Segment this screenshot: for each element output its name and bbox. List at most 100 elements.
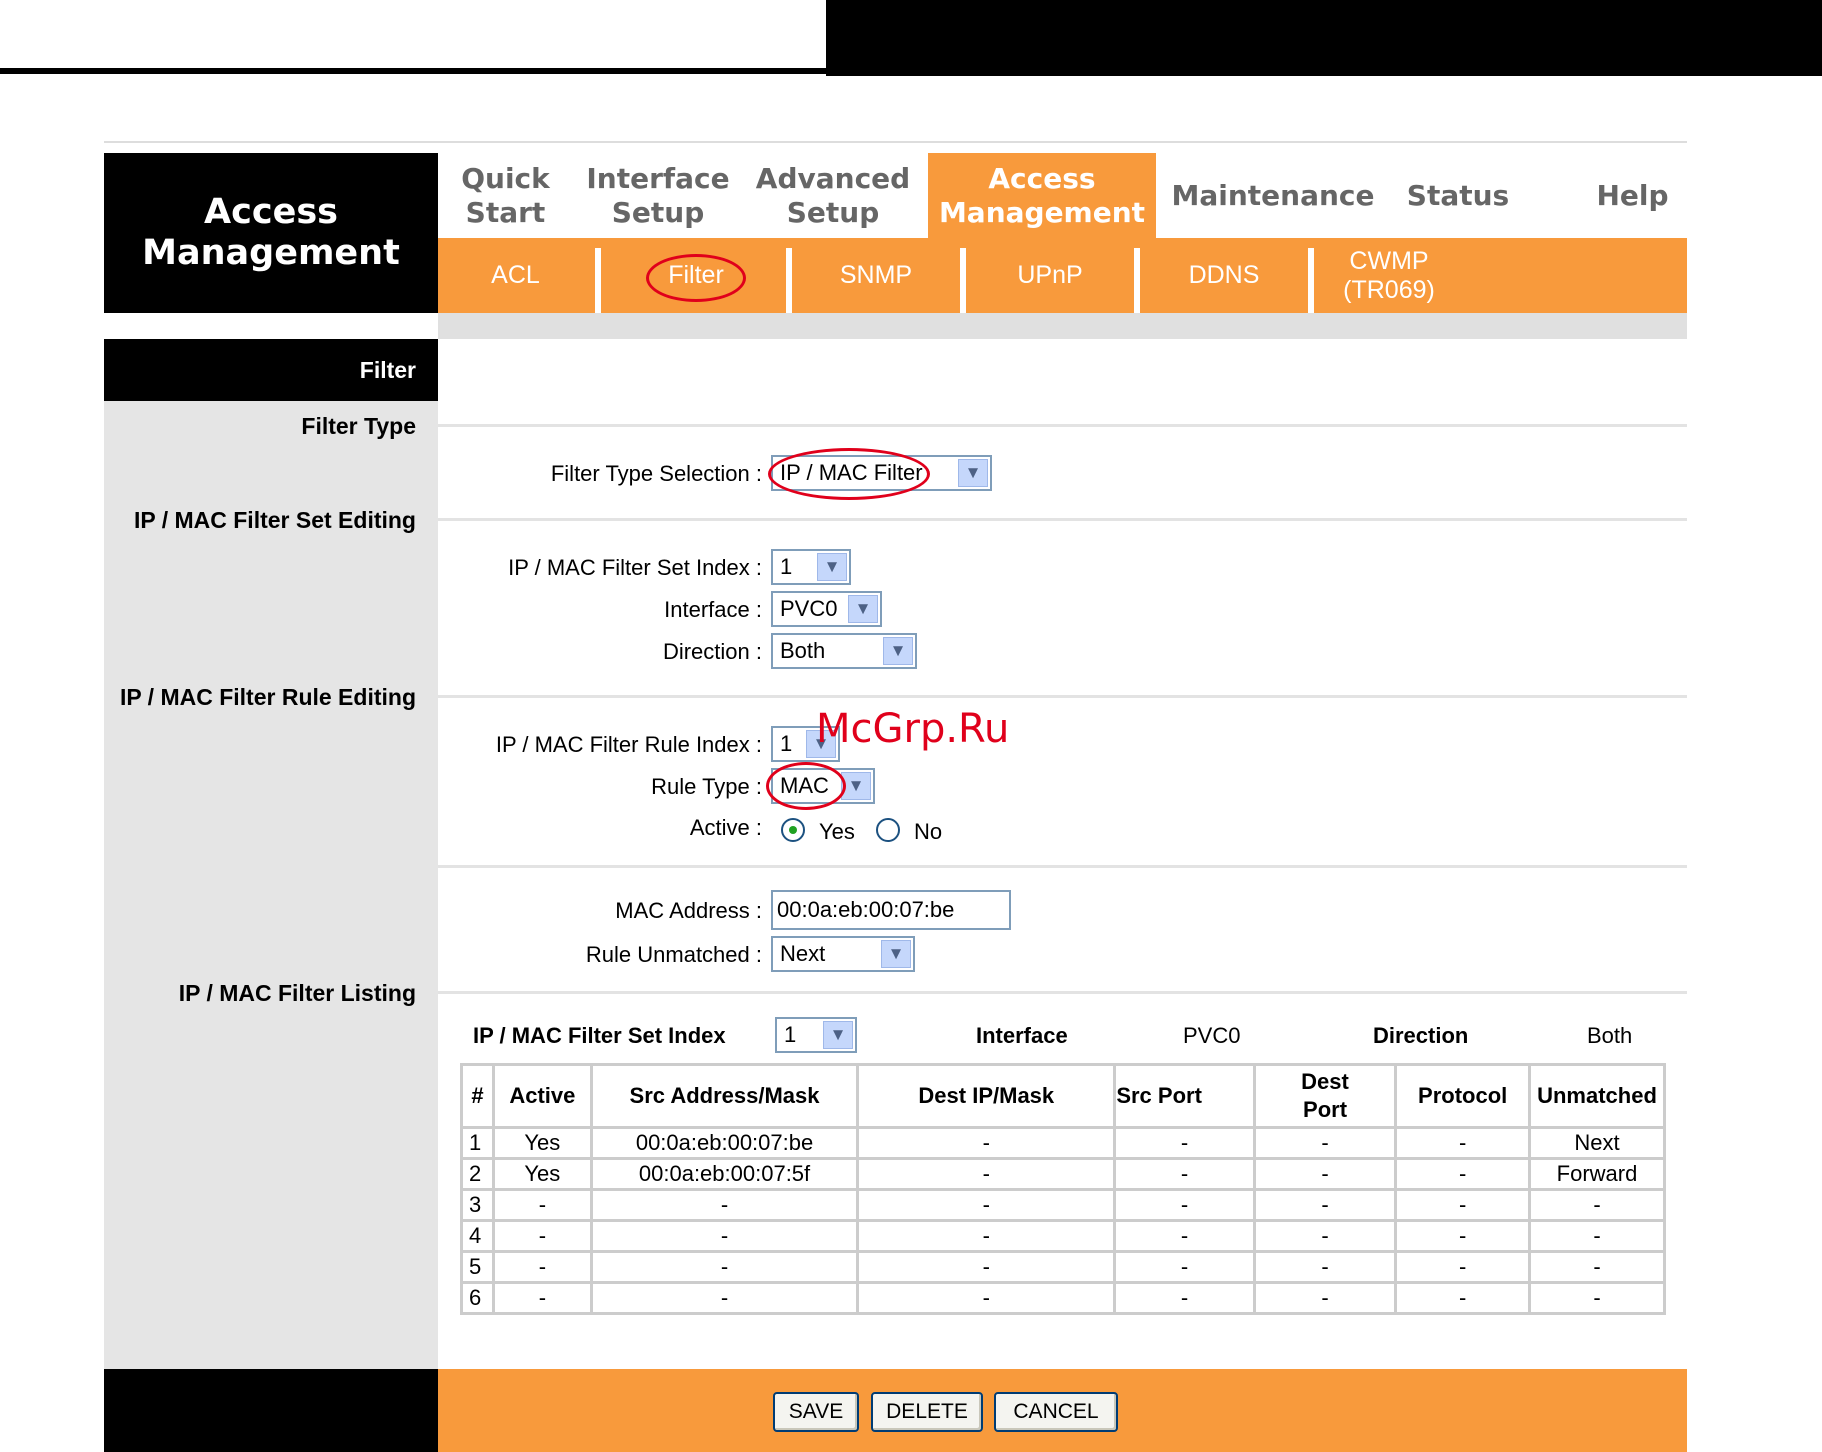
listing-set-index-select[interactable]: 1 ▼ [775, 1017, 857, 1053]
tab-access-management[interactable]: Access Management [928, 153, 1156, 238]
rule-index-value: 1 [780, 731, 793, 756]
tab-help[interactable]: Help [1578, 153, 1687, 238]
mac-label: MAC Address : [615, 898, 762, 923]
tab-label: Start [465, 195, 546, 229]
table-cell: 1 [460, 1126, 495, 1160]
active-no-radio[interactable] [876, 818, 900, 842]
interface-select[interactable]: PVC0 ▼ [771, 591, 882, 627]
subtab-upnp[interactable]: UPnP [966, 238, 1134, 313]
filter-type-select[interactable]: IP / MAC Filter ▼ [771, 455, 992, 491]
tab-maintenance[interactable]: Maintenance [1168, 153, 1378, 238]
table-cell: - [1252, 1126, 1398, 1160]
table-cell: 4 [460, 1219, 495, 1253]
tab-label: Setup [611, 195, 705, 229]
table-cell: - [1113, 1188, 1256, 1222]
tab-status[interactable]: Status [1383, 153, 1533, 238]
chevron-down-icon: ▼ [848, 595, 878, 623]
table-cell: Yes [491, 1126, 593, 1160]
tab-quick-start[interactable]: Quick Start [438, 153, 573, 238]
tab-label: Access [988, 161, 1096, 195]
direction-label: Direction : [662, 639, 762, 664]
subtab-label: Filter [668, 261, 724, 289]
sub-nav: ACL Filter SNMP UPnP DDNS CWMP (TR069) [438, 238, 1687, 313]
tab-label: Maintenance [1171, 178, 1375, 212]
save-button[interactable]: SAVE [773, 1392, 859, 1432]
rule-type-select[interactable]: MAC ▼ [771, 768, 875, 804]
table-cell: Forward [1528, 1157, 1666, 1191]
active-yes-label: Yes [819, 819, 855, 844]
column-header: Src Address/Mask [589, 1063, 860, 1129]
tab-label: Setup [786, 195, 880, 229]
table-cell: - [856, 1250, 1117, 1284]
table-cell: - [1528, 1250, 1666, 1284]
table-cell: - [491, 1250, 593, 1284]
section-listing: IP / MAC Filter Listing [178, 980, 416, 1006]
tab-label: Quick [461, 161, 550, 195]
tab-advanced-setup[interactable]: Advanced Setup [743, 153, 923, 238]
table-cell: 6 [460, 1281, 495, 1315]
table-row: 1 Yes 00:0a:eb:00:07:be - - - - Next [460, 1126, 1666, 1160]
mac-address-input[interactable]: 00:0a:eb:00:07:be [771, 890, 1011, 930]
footer-left [104, 1369, 438, 1452]
divider [438, 865, 1687, 868]
table-cell: - [1528, 1188, 1666, 1222]
table-cell: - [1252, 1281, 1398, 1315]
chevron-down-icon: ▼ [883, 637, 913, 665]
table-cell: - [1252, 1219, 1398, 1253]
tab-label: Help [1596, 178, 1669, 212]
section-filter-type: Filter Type [301, 413, 416, 439]
subtab-acl[interactable]: ACL [438, 238, 593, 313]
main-nav: Quick Start Interface Setup Advanced Setup … [438, 153, 1687, 238]
tab-label: Interface [586, 161, 730, 195]
subtab-snmp[interactable]: SNMP [792, 238, 960, 313]
divider [104, 141, 1687, 143]
set-index-select[interactable]: 1 ▼ [771, 549, 851, 585]
table-header-row: # Active Src Address/Mask Dest IP/Mask S… [460, 1063, 1666, 1129]
table-cell: - [1394, 1250, 1532, 1284]
table-row: 5------- [460, 1250, 1666, 1284]
subtab-ddns[interactable]: DDNS [1140, 238, 1308, 313]
table-cell: - [1113, 1157, 1256, 1191]
table-cell: - [856, 1219, 1117, 1253]
filter-listing-table: # Active Src Address/Mask Dest IP/Mask S… [460, 1063, 1666, 1315]
listing-set-index-value: 1 [784, 1022, 797, 1047]
chevron-down-icon: ▼ [841, 772, 871, 800]
table-cell: - [1394, 1281, 1532, 1315]
unmatched-label: Rule Unmatched : [585, 942, 762, 967]
chevron-down-icon: ▼ [817, 553, 847, 581]
table-cell: - [589, 1188, 860, 1222]
tab-label: Management [938, 195, 1146, 229]
table-cell: 00:0a:eb:00:07:5f [589, 1157, 860, 1191]
table-cell: - [1113, 1126, 1256, 1160]
table-cell: - [589, 1281, 860, 1315]
column-header: Active [491, 1063, 593, 1129]
cancel-button[interactable]: CANCEL [994, 1392, 1118, 1432]
divider [438, 991, 1687, 994]
section-set-editing: IP / MAC Filter Set Editing [134, 507, 416, 533]
table-cell: - [491, 1281, 593, 1315]
divider [438, 424, 1687, 427]
column-header: Dest Port [1252, 1063, 1398, 1129]
unmatched-select[interactable]: Next ▼ [771, 936, 915, 972]
listing-set-index-label: IP / MAC Filter Set Index [473, 1023, 726, 1048]
table-cell: - [1394, 1157, 1532, 1191]
delete-button[interactable]: DELETE [871, 1392, 983, 1432]
table-cell: 5 [460, 1250, 495, 1284]
unmatched-value: Next [780, 941, 826, 966]
direction-select[interactable]: Both ▼ [771, 633, 917, 669]
column-header: Src Port [1113, 1063, 1256, 1129]
table-cell: - [589, 1219, 860, 1253]
filter-type-value: IP / MAC Filter [780, 460, 923, 485]
divider [438, 518, 1687, 521]
chevron-down-icon: ▼ [958, 459, 988, 487]
active-yes-radio[interactable] [781, 818, 805, 842]
subtab-filter[interactable]: Filter [601, 238, 791, 313]
direction-value: Both [780, 638, 826, 663]
table-cell: - [1113, 1281, 1256, 1315]
left-column [104, 339, 438, 1369]
tab-interface-setup[interactable]: Interface Setup [573, 153, 743, 238]
rule-index-label: IP / MAC Filter Rule Index : [495, 732, 762, 757]
table-row: 6------- [460, 1281, 1666, 1315]
table-cell: - [1528, 1219, 1666, 1253]
subtab-cwmp[interactable]: CWMP (TR069) [1314, 238, 1464, 313]
